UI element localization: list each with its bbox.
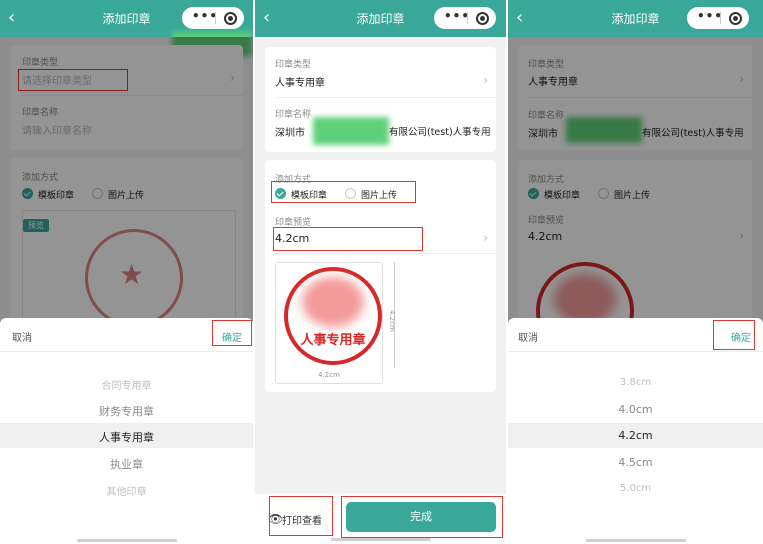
home-indicator <box>585 539 686 542</box>
picker-option[interactable]: 执业章 <box>0 456 253 472</box>
picker-option[interactable]: 合同专用章 <box>0 377 253 392</box>
stamp-circle: 人事专用章 <box>284 267 382 365</box>
screen-form-filled: ‹ 添加印章 ••• 印章类型 人事专用章 › 印章名称 深圳市 有限公司(te… <box>255 0 506 544</box>
nav-bar: ‹ 添加印章 ••• <box>255 0 506 37</box>
highlight-box <box>269 496 333 536</box>
picker-option[interactable]: 财务专用章 <box>0 403 253 419</box>
picker-option[interactable]: 其他印章 <box>0 483 253 498</box>
type-picker-sheet: 取消 确定 合同专用章 财务专用章 人事专用章 执业章 其他印章 <box>0 318 253 544</box>
seal-type-label: 印章类型 <box>275 60 312 70</box>
stamp-preview-box: 人事专用章 4.2cm <box>275 262 383 384</box>
picker-option[interactable]: 3.8cm <box>508 377 763 388</box>
picker-option[interactable]: 4.5cm <box>508 456 763 469</box>
close-program-icon[interactable] <box>224 12 237 25</box>
cancel-button[interactable]: 取消 <box>518 329 538 344</box>
stamp-blur <box>302 277 364 327</box>
picker-option[interactable]: 5.0cm <box>508 483 763 494</box>
seal-name-label: 印章名称 <box>275 110 312 120</box>
close-program-icon[interactable] <box>476 12 489 25</box>
highlight-box <box>212 320 252 346</box>
mini-program-capsule: ••• <box>687 7 749 29</box>
dimension-width: 4.2cm <box>318 371 340 379</box>
redacted-overlay <box>313 117 389 145</box>
chevron-right-icon: › <box>483 73 488 87</box>
chevron-right-icon: › <box>483 231 488 245</box>
picker-option-selected[interactable]: 4.2cm <box>508 429 763 442</box>
highlight-box <box>273 227 423 251</box>
seal-name-prefix[interactable]: 深圳市 <box>275 124 305 139</box>
picker-option[interactable]: 4.0cm <box>508 403 763 416</box>
home-indicator <box>330 538 431 541</box>
mini-program-capsule: ••• <box>182 7 244 29</box>
form-card: 印章类型 人事专用章 › 印章名称 深圳市 有限公司(test)人事专用 <box>265 47 496 152</box>
seal-type-select[interactable]: 人事专用章 <box>275 74 325 89</box>
close-program-icon[interactable] <box>729 12 742 25</box>
highlight-box <box>713 320 755 350</box>
stamp-text: 人事专用章 <box>300 333 366 348</box>
highlight-box <box>271 181 416 203</box>
dimension-height: 4.2cm <box>388 310 396 332</box>
size-picker-sheet: 取消 确定 3.8cm 4.0cm 4.2cm 4.5cm 5.0cm <box>508 318 763 544</box>
screen-size-picker: ‹ 添加印章 ••• 印章类型 人事专用章 › 印章名称 深圳市 有限公司(te… <box>508 0 763 544</box>
highlight-box <box>341 496 503 538</box>
home-indicator <box>76 539 177 542</box>
mini-program-capsule: ••• <box>434 7 496 29</box>
cancel-button[interactable]: 取消 <box>12 329 32 344</box>
nav-bar: ‹ 添加印章 ••• <box>508 0 763 37</box>
screen-type-picker: ‹ 添加印章 ••• 印章类型 请选择印章类型 › 印章名称 请输入印章名称 添… <box>0 0 253 544</box>
picker-option-selected[interactable]: 人事专用章 <box>0 429 253 445</box>
seal-name-suffix[interactable]: 有限公司(test)人事专用 <box>389 124 491 138</box>
